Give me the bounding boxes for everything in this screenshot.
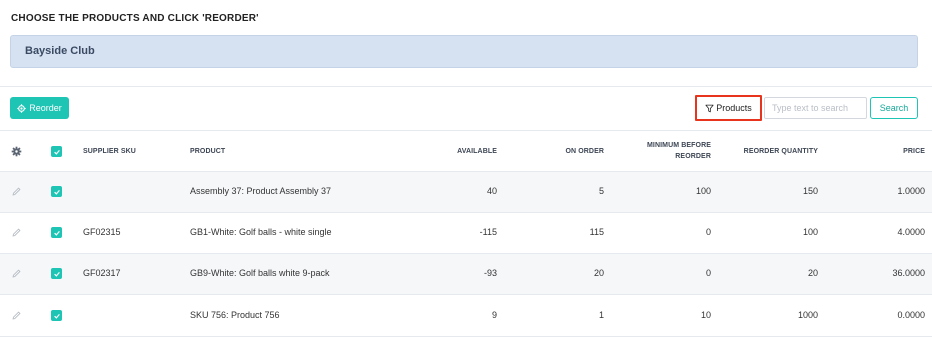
row-checkbox[interactable] [51, 227, 62, 238]
row-reorder-quantity[interactable]: 20 [720, 268, 818, 278]
reorder-button[interactable]: Reorder [10, 97, 69, 119]
row-minimum[interactable]: 0 [620, 227, 711, 237]
row-supplier-sku: GF02317 [83, 268, 121, 278]
row-minimum[interactable]: 10 [620, 310, 711, 320]
header-reorder-quantity[interactable]: REORDER QUANTITY [720, 148, 818, 155]
row-on-order: 5 [598, 186, 604, 196]
row-reorder-quantity[interactable]: 100 [720, 227, 818, 237]
check-icon [53, 313, 60, 319]
header-product[interactable]: PRODUCT [190, 148, 225, 155]
section-divider [0, 86, 932, 87]
row-minimum[interactable]: 0 [620, 268, 711, 278]
customer-name: Bayside Club [25, 45, 95, 57]
search-input[interactable] [764, 97, 867, 119]
row-checkbox[interactable] [51, 268, 62, 279]
row-product: SKU 756: Product 756 [190, 310, 280, 320]
row-available: -93 [483, 268, 497, 278]
header-available[interactable]: AVAILABLE [420, 148, 497, 155]
header-minimum-before[interactable]: MINIMUM BEFORE [620, 142, 711, 149]
header-price[interactable]: PRICE [860, 148, 925, 155]
funnel-icon [705, 104, 714, 112]
header-on-order[interactable]: ON ORDER [520, 148, 604, 155]
products-filter-button[interactable]: Products [695, 95, 762, 121]
row-supplier-sku: GF02315 [83, 227, 121, 237]
row-price: 36.0000 [892, 268, 925, 278]
customer-banner: Bayside Club [10, 35, 918, 68]
header-minimum-reorder[interactable]: REORDER [620, 153, 711, 160]
row-price: 1.0000 [897, 186, 925, 196]
row-on-order: 20 [593, 268, 604, 278]
search-button[interactable]: Search [870, 97, 918, 119]
row-available: -115 [479, 227, 497, 237]
select-all-checkbox[interactable] [51, 146, 62, 157]
check-icon [53, 189, 60, 195]
row-on-order: 1 [598, 310, 604, 320]
row-product: Assembly 37: Product Assembly 37 [190, 186, 332, 196]
row-reorder-quantity[interactable]: 150 [720, 186, 818, 196]
gear-icon [17, 103, 26, 113]
page-title: CHOOSE THE PRODUCTS AND CLICK 'REORDER' [11, 13, 259, 24]
row-available: 40 [486, 186, 497, 196]
row-price: 4.0000 [897, 227, 925, 237]
row-checkbox[interactable] [51, 186, 62, 197]
check-icon [53, 271, 60, 277]
row-on-order: 115 [589, 227, 604, 237]
row-product: GB1-White: Golf balls - white single [190, 227, 332, 237]
row-checkbox[interactable] [51, 310, 62, 321]
row-price: 0.0000 [897, 310, 925, 320]
gear-icon[interactable] [11, 146, 22, 157]
pencil-icon[interactable] [11, 186, 22, 197]
pencil-icon[interactable] [11, 268, 22, 279]
products-filter-label: Products [716, 103, 752, 113]
reorder-button-label: Reorder [29, 103, 62, 113]
pencil-icon[interactable] [11, 227, 22, 238]
row-available: 9 [491, 310, 497, 320]
row-product: GB9-White: Golf balls white 9-pack [190, 268, 330, 278]
header-supplier-sku[interactable]: SUPPLIER SKU [83, 148, 136, 155]
table-bottom-divider [0, 336, 932, 337]
check-icon [53, 149, 60, 155]
row-minimum[interactable]: 100 [620, 186, 711, 196]
check-icon [53, 230, 60, 236]
pencil-icon[interactable] [11, 310, 22, 321]
row-reorder-quantity[interactable]: 1000 [720, 310, 818, 320]
